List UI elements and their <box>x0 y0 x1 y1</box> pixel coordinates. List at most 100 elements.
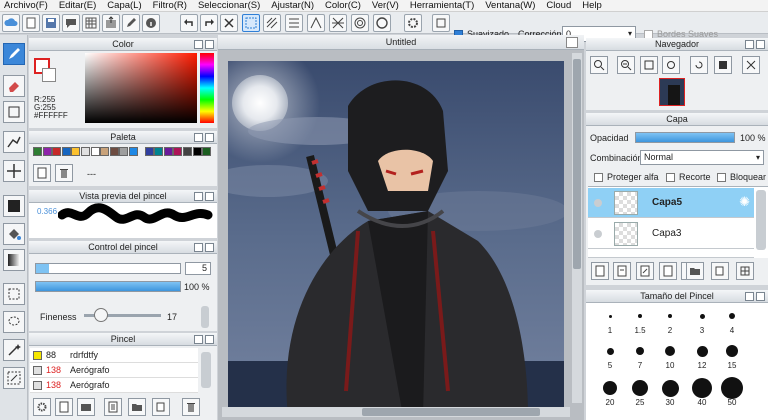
brush-size-dot[interactable] <box>638 314 642 318</box>
menu-color[interactable]: Color(C) <box>321 0 368 12</box>
clipping-checkbox[interactable] <box>666 173 675 182</box>
eraser-tool-icon[interactable] <box>3 75 25 97</box>
rotate-icon[interactable] <box>690 56 708 74</box>
palette-swatch[interactable] <box>61 147 71 156</box>
layer-opacity-slider[interactable] <box>635 132 735 143</box>
palette-swatch[interactable] <box>90 147 100 156</box>
zoom-out-icon[interactable] <box>617 56 635 74</box>
brush-folder-icon[interactable] <box>77 398 95 416</box>
brush-copy-icon[interactable] <box>152 398 170 416</box>
palette-swatch[interactable] <box>163 147 173 156</box>
select-tool-icon[interactable] <box>3 283 25 305</box>
zoom-in-icon[interactable] <box>590 56 608 74</box>
palette-swatch[interactable] <box>154 147 164 156</box>
brush-opacity-slider[interactable] <box>35 281 181 292</box>
hatch-icon[interactable] <box>263 14 281 32</box>
new-layer-icon[interactable] <box>591 262 609 280</box>
float-icon[interactable] <box>745 40 754 49</box>
brush-size-dot[interactable] <box>726 345 738 357</box>
palette-swatch[interactable] <box>183 147 192 156</box>
new-brush-icon[interactable] <box>55 398 73 416</box>
brush-size-dot[interactable] <box>668 314 672 318</box>
brush-size-dot[interactable] <box>692 378 712 398</box>
brush-list-item[interactable]: 138 Aerógrafo <box>30 363 198 378</box>
close-icon[interactable] <box>756 40 765 49</box>
canvas-close-icon[interactable] <box>566 37 578 48</box>
protect-alpha-checkbox[interactable] <box>594 173 603 182</box>
palette-swatch[interactable] <box>52 147 62 156</box>
brush-list-scrollbar[interactable] <box>201 352 211 388</box>
palette-swatch[interactable] <box>100 147 110 156</box>
perspective-icon[interactable] <box>307 14 325 32</box>
delete-brush-icon[interactable] <box>182 398 200 416</box>
chat-icon[interactable] <box>62 14 80 32</box>
circle-icon[interactable] <box>373 14 391 32</box>
brush-size-dot[interactable] <box>699 313 705 319</box>
layer-grid-icon[interactable] <box>736 262 754 280</box>
layer-row-partial[interactable] <box>588 250 754 258</box>
lines-icon[interactable] <box>285 14 303 32</box>
menu-herramienta[interactable]: Herramienta(T) <box>406 0 481 12</box>
brush-open-folder-icon[interactable] <box>128 398 146 416</box>
actual-size-icon[interactable] <box>662 56 680 74</box>
hue-slider[interactable] <box>200 53 214 123</box>
layer-list-scrollbar[interactable] <box>756 190 766 250</box>
brush-size-input[interactable]: 5 <box>185 262 211 275</box>
brush-list-item[interactable]: 138 Aerógrafo <box>30 378 198 393</box>
layer-folder-icon[interactable] <box>686 262 704 280</box>
bucket-tool-icon[interactable] <box>3 223 25 245</box>
move-tool-icon[interactable] <box>3 160 25 182</box>
brush-size-dot[interactable] <box>636 347 644 355</box>
palette-swatch[interactable] <box>42 147 52 156</box>
brush-size-slider[interactable] <box>35 263 181 274</box>
brush-size-dot[interactable] <box>721 377 743 399</box>
radial-lines-icon[interactable] <box>329 14 347 32</box>
blend-mode-select[interactable]: Normal ▾ <box>640 150 764 165</box>
palette-swatch[interactable] <box>144 147 154 156</box>
reset-view-icon[interactable] <box>742 56 760 74</box>
grid-icon[interactable] <box>82 14 100 32</box>
canvas-tab[interactable]: Untitled <box>218 35 584 50</box>
sub-color-swatch[interactable] <box>42 68 56 82</box>
rect-select-tool-icon[interactable] <box>3 101 25 123</box>
brush-size-dot[interactable] <box>729 313 735 319</box>
lock-checkbox[interactable] <box>717 173 726 182</box>
brush-list-item[interactable]: 88 rdrfdtfy <box>30 348 198 363</box>
brush-control-scrollbar[interactable] <box>201 306 209 328</box>
new-layer-folder-icon[interactable] <box>613 262 631 280</box>
save-icon[interactable] <box>42 14 60 32</box>
delete-palette-icon[interactable] <box>55 164 73 182</box>
redo-icon[interactable] <box>200 14 218 32</box>
pen-icon[interactable] <box>122 14 140 32</box>
saturation-value-picker[interactable] <box>85 53 197 123</box>
palette-swatch[interactable] <box>33 147 42 156</box>
brush-size-dot[interactable] <box>661 379 679 397</box>
menu-seleccionar[interactable]: Seleccionar(S) <box>194 0 267 12</box>
fineness-slider-handle[interactable] <box>94 308 108 322</box>
brush-size-dot[interactable] <box>632 380 648 396</box>
snap-icon[interactable] <box>432 14 450 32</box>
menu-capa[interactable]: Capa(L) <box>103 0 148 12</box>
fit-icon[interactable] <box>640 56 658 74</box>
float-icon[interactable] <box>194 243 203 252</box>
brush-size-dot[interactable] <box>696 345 708 357</box>
menu-ver[interactable]: Ver(V) <box>368 0 406 12</box>
settings-icon[interactable] <box>404 14 422 32</box>
stabilizer-mode-icon[interactable] <box>242 14 260 32</box>
menu-ajustar[interactable]: Ajustar(N) <box>267 0 321 12</box>
add-palette-icon[interactable] <box>33 164 51 182</box>
palette-swatch[interactable] <box>109 147 119 156</box>
gradient-tool-icon[interactable] <box>3 249 25 271</box>
menu-help[interactable]: Help <box>578 0 609 12</box>
cloud-sync-icon[interactable] <box>2 14 20 32</box>
float-icon[interactable] <box>194 192 203 201</box>
close-icon[interactable] <box>205 243 214 252</box>
brush-size-dot[interactable] <box>606 347 614 355</box>
visibility-icon[interactable] <box>594 230 602 238</box>
curve-tool-icon[interactable] <box>3 131 25 153</box>
select-pen-tool-icon[interactable] <box>3 367 25 389</box>
flip-icon[interactable] <box>714 56 732 74</box>
brush-size-dot[interactable] <box>665 346 675 356</box>
palette-swatch[interactable] <box>129 147 138 156</box>
close-icon[interactable] <box>756 292 765 301</box>
